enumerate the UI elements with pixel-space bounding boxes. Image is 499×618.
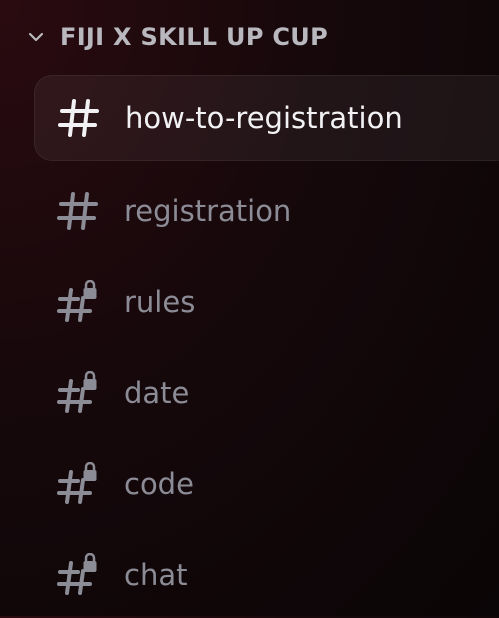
channel-label: chat (124, 558, 188, 592)
locked-text-channel-icon (57, 280, 97, 322)
locked-text-channel-icon (57, 553, 97, 595)
channel-code[interactable]: code (34, 441, 499, 527)
channel-label: registration (124, 194, 292, 228)
channel-date[interactable]: date (34, 350, 499, 436)
locked-text-channel-icon (57, 462, 97, 504)
text-channel-icon (57, 192, 98, 230)
channel-chat[interactable]: chat (34, 532, 499, 618)
channel-label: how-to-registration (125, 101, 403, 135)
channel-label: date (124, 376, 190, 410)
category-title: FIJI X SKILL UP CUP (60, 23, 328, 51)
channel-rules[interactable]: rules (34, 259, 499, 345)
channel-label: code (124, 467, 194, 501)
category-header[interactable]: FIJI X SKILL UP CUP (26, 20, 328, 54)
locked-text-channel-icon (57, 371, 97, 413)
channel-how-to-registration[interactable]: how-to-registration (34, 75, 499, 161)
chevron-down-icon (26, 27, 46, 47)
channel-label: rules (124, 285, 196, 319)
channel-registration[interactable]: registration (34, 168, 499, 254)
text-channel-icon (58, 99, 99, 137)
